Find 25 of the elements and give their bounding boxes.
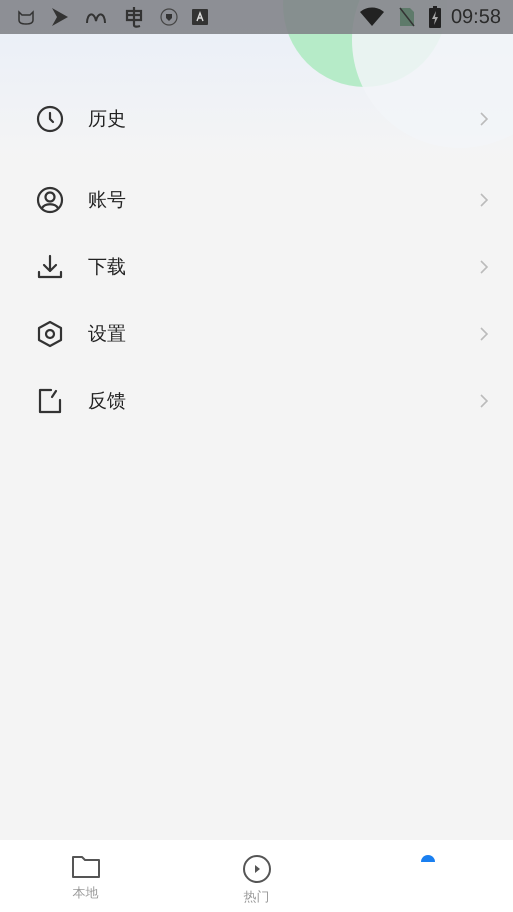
menu-item[interactable]: 下载 (0, 233, 513, 300)
chevron-icon (479, 112, 489, 126)
folder-icon (70, 854, 100, 880)
chevron-icon (479, 260, 489, 274)
menu-item[interactable]: 历史 (0, 85, 513, 152)
chevron-icon (479, 192, 489, 206)
wifi-icon (358, 7, 385, 27)
battery-icon (428, 6, 441, 28)
clock-icon (36, 104, 64, 132)
edit-icon (36, 386, 64, 414)
menu-item[interactable]: 设置 (0, 300, 513, 367)
profile-icon (420, 854, 436, 862)
shield-icon (160, 8, 178, 26)
user-icon (36, 186, 64, 214)
no-sim-icon (398, 7, 415, 27)
chevron-icon (479, 394, 489, 408)
font-icon (192, 9, 208, 25)
menu-item[interactable]: 反馈 (0, 367, 513, 434)
play-icon (242, 854, 272, 884)
status-time: 09:58 (450, 6, 501, 28)
play-store-icon (50, 7, 70, 27)
chevron-icon (479, 326, 489, 340)
settings-icon (36, 320, 64, 348)
menu-item[interactable]: 账号 (0, 166, 513, 233)
download-icon (36, 252, 64, 280)
